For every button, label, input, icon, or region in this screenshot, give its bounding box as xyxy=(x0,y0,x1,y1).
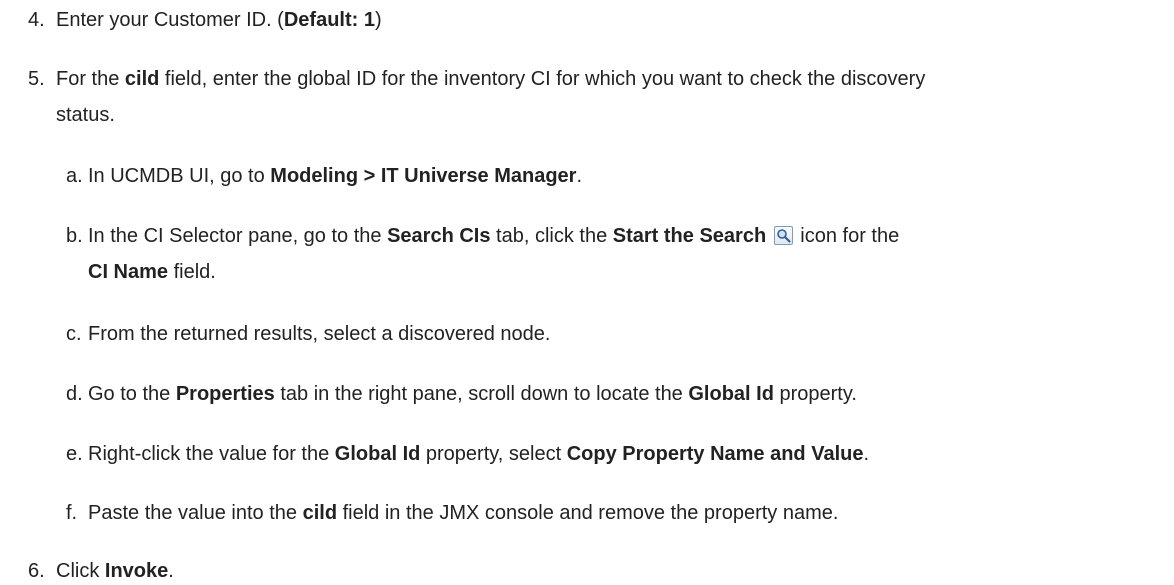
step-4: 4. Enter your Customer ID. (Default: 1) xyxy=(28,9,382,31)
document-page: 4. Enter your Customer ID. (Default: 1) 5… xyxy=(0,0,1174,585)
substep-b: b. In the CI Selector pane, go to the Sea… xyxy=(66,225,900,247)
step-5-continuation: status. xyxy=(56,104,115,126)
substep-c: c. From the returned results, select a di… xyxy=(66,323,551,345)
substep-d: d. Go to the Properties tab in the right … xyxy=(66,383,857,405)
search-icon xyxy=(773,226,793,245)
step-number: 5. xyxy=(28,68,45,90)
step-number: 4. xyxy=(28,9,45,31)
step-5: 5. For the cild field, enter the global I… xyxy=(28,68,926,90)
substep-a: a. In UCMDB UI, go to Modeling > IT Unive… xyxy=(66,165,583,187)
substep-e: e. Right-click the value for the Global I… xyxy=(66,443,870,465)
step-number: 6. xyxy=(28,560,45,582)
substep-b-continuation: CI Name field. xyxy=(88,261,216,283)
step-6: 6. Click Invoke. xyxy=(28,560,174,582)
substep-f: f. Paste the value into the cild field in… xyxy=(66,502,839,524)
